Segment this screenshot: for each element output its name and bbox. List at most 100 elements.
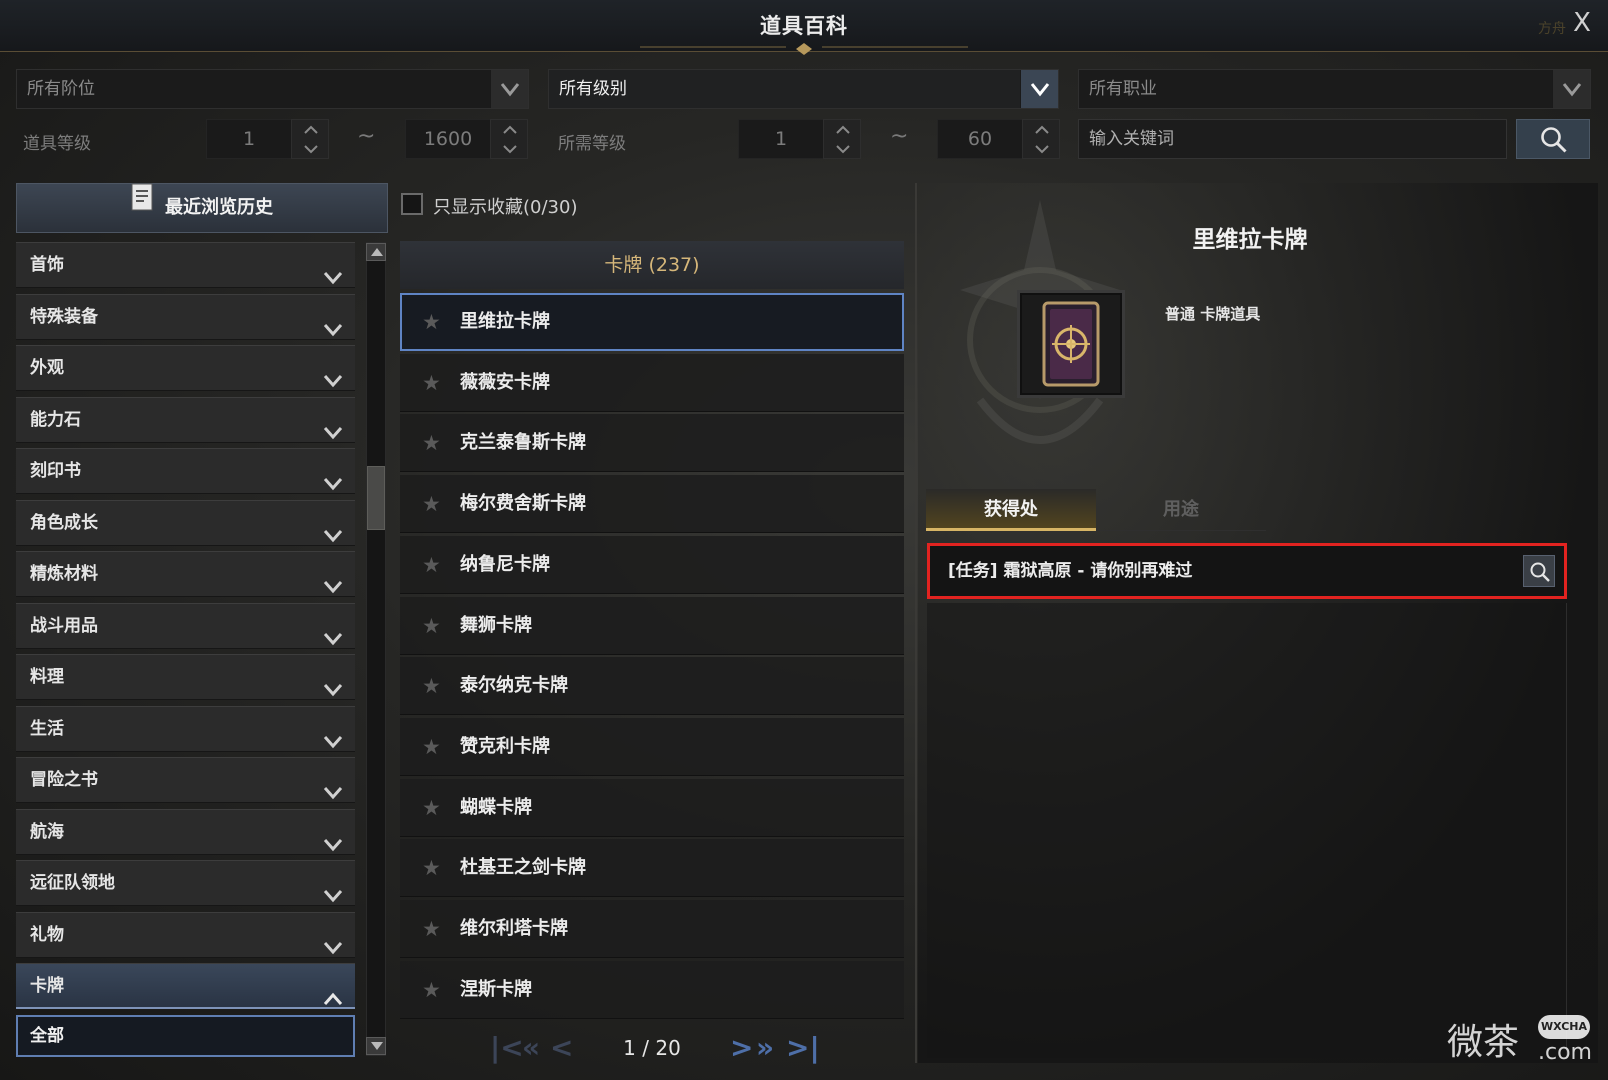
level-select[interactable]: 所有级别 xyxy=(548,69,1059,109)
item-level-min-input[interactable]: 1 xyxy=(206,119,292,159)
list-item[interactable]: ★ 纳鲁尼卡牌 xyxy=(400,535,904,594)
sidebar-item[interactable]: 生活 xyxy=(16,705,355,752)
item-icon-frame xyxy=(1017,290,1125,398)
required-level-max-stepper[interactable] xyxy=(1022,119,1060,159)
list-item-label: 蝴蝶卡牌 xyxy=(460,796,532,818)
class-select-value: 所有职业 xyxy=(1089,79,1157,99)
tier-select-value: 所有阶位 xyxy=(27,79,95,99)
required-level-max-input[interactable]: 60 xyxy=(937,119,1023,159)
tab-usage[interactable]: 用途 xyxy=(1096,489,1266,531)
sidebar-item-label: 礼物 xyxy=(30,924,64,945)
watermark-domain: .com xyxy=(1538,1040,1592,1065)
star-icon[interactable]: ★ xyxy=(422,536,441,594)
sidebar-item[interactable]: 刻印书 xyxy=(16,448,355,494)
sidebar-item-label: 冒险之书 xyxy=(30,770,98,790)
document-icon xyxy=(131,182,153,230)
card-icon xyxy=(1042,301,1100,387)
list-item-label: 纳鲁尼卡牌 xyxy=(460,553,550,575)
corner-faint-text: 方舟 xyxy=(1538,21,1566,37)
list-item[interactable]: ★ 杜基王之剑卡牌 xyxy=(400,839,904,898)
sidebar-item-label: 角色成长 xyxy=(30,512,98,533)
list-item[interactable]: ★ 泰尔纳克卡牌 xyxy=(400,657,904,716)
last-page-icon[interactable]: >| xyxy=(786,1028,820,1068)
list-item[interactable]: ★ 涅斯卡牌 xyxy=(400,960,904,1019)
list-item[interactable]: ★ 薇薇安卡牌 xyxy=(400,353,904,412)
star-icon[interactable]: ★ xyxy=(422,718,441,776)
item-name: 里维拉卡牌 xyxy=(1192,227,1308,253)
level-select-value: 所有级别 xyxy=(559,79,627,99)
sidebar-item-label: 首饰 xyxy=(30,255,64,275)
sidebar-item[interactable]: 精炼材料 xyxy=(16,551,355,597)
list-item[interactable]: ★ 维尔利塔卡牌 xyxy=(400,900,904,958)
sidebar-item-label: 能力石 xyxy=(30,409,81,430)
item-level-min-stepper[interactable] xyxy=(291,119,329,159)
item-level-max-stepper[interactable] xyxy=(490,119,528,159)
sidebar-item[interactable]: 卡牌 xyxy=(16,963,355,1009)
list-item[interactable]: ★ 里维拉卡牌 xyxy=(400,293,904,351)
category-scrollbar[interactable] xyxy=(366,242,386,1056)
range-separator: ~ xyxy=(357,124,376,149)
keyword-input[interactable]: 输入关键词 xyxy=(1078,119,1507,159)
required-level-label: 所需等级 xyxy=(558,134,626,154)
required-level-min-input[interactable]: 1 xyxy=(738,119,824,159)
star-icon[interactable]: ★ xyxy=(422,900,441,958)
tab-obtain[interactable]: 获得处 xyxy=(926,489,1096,531)
source-search-button[interactable] xyxy=(1523,555,1555,587)
search-button[interactable] xyxy=(1516,119,1590,159)
star-icon[interactable]: ★ xyxy=(422,657,441,715)
sidebar-item-label: 特殊装备 xyxy=(30,306,98,327)
required-level-min-stepper[interactable] xyxy=(823,119,861,159)
scrollbar-thumb[interactable] xyxy=(367,466,385,530)
watermark-text: 微茶 xyxy=(1447,1022,1520,1063)
sidebar-item[interactable]: 外观 xyxy=(16,345,355,391)
scroll-down-button[interactable] xyxy=(366,1037,386,1055)
star-icon[interactable]: ★ xyxy=(422,295,441,349)
chevron-down-icon[interactable] xyxy=(1020,70,1058,108)
favorites-only-checkbox[interactable] xyxy=(401,193,423,215)
sidebar-item-label: 战斗用品 xyxy=(30,615,98,636)
list-item-label: 涅斯卡牌 xyxy=(460,978,532,1000)
list-item[interactable]: ★ 赞克利卡牌 xyxy=(400,717,904,776)
sidebar-item[interactable]: 航海 xyxy=(16,808,355,855)
chevron-down-icon[interactable] xyxy=(490,70,528,108)
source-entry[interactable]: [任务] 霜狱高原 - 请你别再难过 xyxy=(927,543,1567,599)
list-item-label: 维尔利塔卡牌 xyxy=(460,918,568,939)
sidebar-item[interactable]: 远征队领地 xyxy=(16,860,355,906)
star-icon[interactable]: ★ xyxy=(422,839,441,897)
sidebar-item[interactable]: 料理 xyxy=(16,654,355,700)
star-icon[interactable]: ★ xyxy=(422,414,441,472)
recent-history-button[interactable]: 最近浏览历史 xyxy=(16,183,388,233)
item-type: 普通 卡牌道具 xyxy=(1165,305,1261,323)
window-title: 道具百科 xyxy=(760,14,848,38)
watermark-badge: WXCHA xyxy=(1538,1015,1590,1039)
sidebar-item-label: 料理 xyxy=(30,667,64,687)
subcategory-all[interactable]: 全部 xyxy=(16,1015,355,1057)
item-level-max-input[interactable]: 1600 xyxy=(405,119,491,159)
close-button[interactable]: X xyxy=(1567,8,1597,38)
sidebar-item[interactable]: 角色成长 xyxy=(16,499,355,546)
chevron-down-icon[interactable] xyxy=(1552,70,1590,108)
star-icon[interactable]: ★ xyxy=(422,961,441,1019)
star-icon[interactable]: ★ xyxy=(422,475,441,533)
tier-select[interactable]: 所有阶位 xyxy=(16,69,529,109)
source-text: [任务] 霜狱高原 - 请你别再难过 xyxy=(948,561,1193,581)
scroll-up-button[interactable] xyxy=(366,243,386,261)
sidebar-item[interactable]: 首饰 xyxy=(16,242,355,288)
next-ten-pages-icon[interactable]: » xyxy=(756,1028,774,1068)
star-icon[interactable]: ★ xyxy=(422,779,441,837)
sidebar-item[interactable]: 战斗用品 xyxy=(16,602,355,649)
class-select[interactable]: 所有职业 xyxy=(1078,69,1591,109)
sidebar-item[interactable]: 能力石 xyxy=(16,396,355,443)
sidebar-item[interactable]: 礼物 xyxy=(16,911,355,958)
star-icon[interactable]: ★ xyxy=(422,354,441,412)
next-page-icon[interactable]: > xyxy=(730,1028,753,1068)
list-item[interactable]: ★ 克兰泰鲁斯卡牌 xyxy=(400,414,904,473)
sidebar-item[interactable]: 特殊装备 xyxy=(16,293,355,340)
list-item[interactable]: ★ 蝴蝶卡牌 xyxy=(400,778,904,837)
star-icon[interactable]: ★ xyxy=(422,597,441,655)
list-item[interactable]: ★ 梅尔费舍斯卡牌 xyxy=(400,475,904,534)
sidebar-item[interactable]: 冒险之书 xyxy=(16,757,355,803)
title-ornament xyxy=(640,43,968,55)
pagination: |< « < 1 / 20 > » >| xyxy=(400,1028,904,1068)
list-item[interactable]: ★ 舞狮卡牌 xyxy=(400,596,904,655)
